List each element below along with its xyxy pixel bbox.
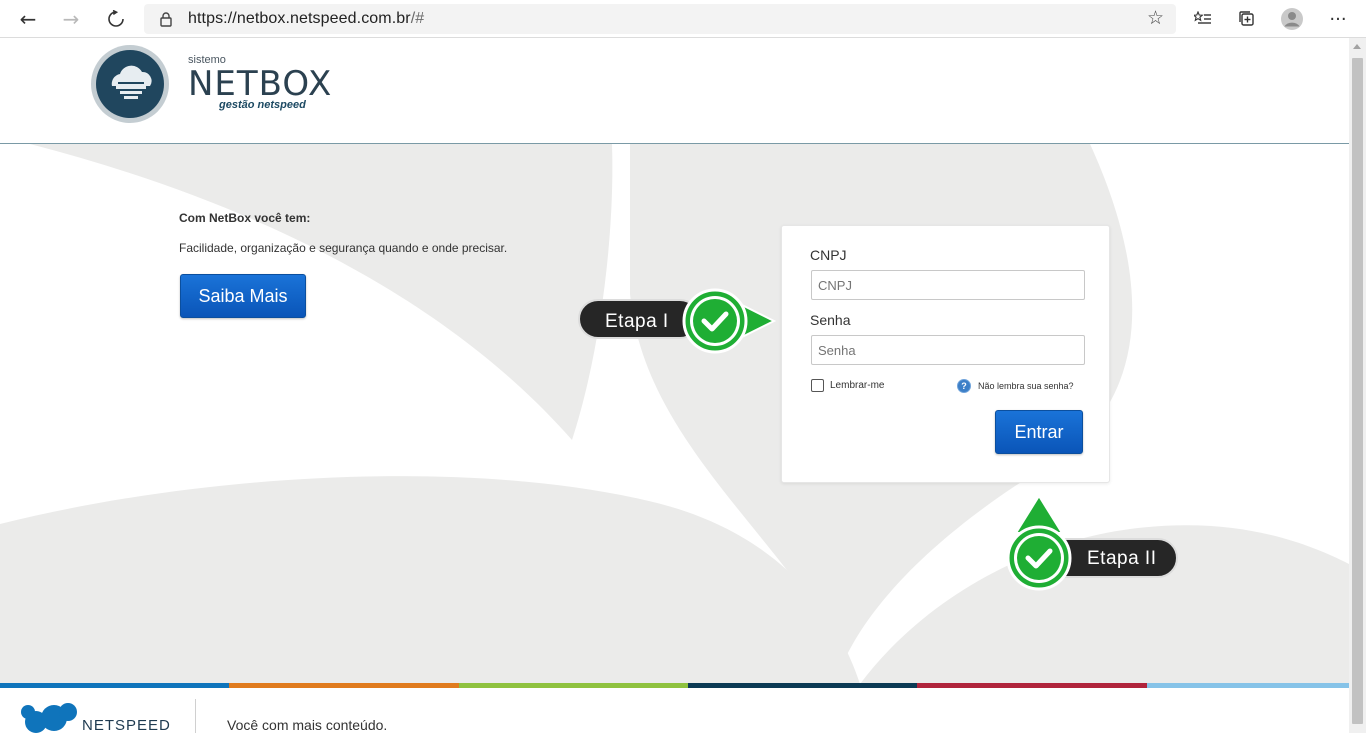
footer-divider: [195, 699, 196, 733]
forward-icon[interactable]: →: [57, 6, 85, 32]
background-shape: [0, 144, 1349, 684]
step-two-label: Etapa II: [1087, 548, 1157, 569]
site-header: sistemo NETBOX gestão netspeed: [0, 38, 1349, 144]
netbox-logo-icon: [91, 45, 169, 123]
remember-label: Lembrar-me: [830, 380, 885, 391]
brand-subtitle: gestão netspeed: [219, 99, 306, 111]
help-question-icon: ?: [957, 379, 971, 393]
collections-icon[interactable]: [1233, 6, 1261, 32]
forgot-password-label: Não lembra sua senha?: [978, 381, 1074, 391]
senha-input[interactable]: [811, 335, 1085, 365]
saiba-mais-button[interactable]: Saiba Mais: [180, 274, 306, 318]
scroll-up-arrow-icon[interactable]: [1353, 44, 1361, 49]
site-footer: NETSPEED Você com mais conteúdo.: [0, 688, 1349, 733]
step-two-callout: [1006, 494, 1178, 591]
remember-me[interactable]: Lembrar-me: [811, 379, 884, 392]
intro-title: Com NetBox você tem:: [179, 211, 311, 225]
back-icon[interactable]: ←: [14, 6, 42, 32]
more-menu-icon[interactable]: ···: [1324, 6, 1352, 32]
profile-avatar-icon[interactable]: [1278, 6, 1306, 32]
forgot-password-link[interactable]: ? Não lembra sua senha?: [957, 379, 1074, 393]
refresh-icon[interactable]: [102, 6, 130, 32]
page: sistemo NETBOX gestão netspeed Com NetBo…: [0, 38, 1349, 733]
scroll-thumb[interactable]: [1352, 58, 1363, 724]
brand-name: NETBOX: [188, 64, 333, 104]
intro-text: Facilidade, organização e segurança quan…: [179, 241, 508, 255]
lock-icon: [160, 12, 172, 27]
vertical-scrollbar[interactable]: [1349, 38, 1366, 733]
cnpj-input[interactable]: [811, 270, 1085, 300]
main-content: Com NetBox você tem: Facilidade, organiz…: [0, 144, 1349, 684]
senha-label: Senha: [810, 312, 851, 328]
url-text: https://netbox.netspeed.com.br/#: [188, 10, 425, 27]
address-bar[interactable]: https://netbox.netspeed.com.br/# ☆: [144, 4, 1176, 34]
netspeed-logo-icon: [21, 703, 77, 733]
entrar-button[interactable]: Entrar: [995, 410, 1083, 454]
browser-toolbar: ← → https://netbox.netspeed.com.br/# ☆ ·…: [0, 0, 1366, 38]
footer-brand: NETSPEED: [82, 717, 171, 733]
step-one-label: Etapa I: [605, 311, 669, 332]
cnpj-label: CNPJ: [810, 247, 847, 263]
favorites-list-icon[interactable]: [1189, 6, 1217, 32]
login-panel: CNPJ Senha Lembrar-me ? Não lembra sua s…: [781, 225, 1110, 483]
favorite-star-icon[interactable]: ☆: [1147, 7, 1164, 29]
remember-checkbox[interactable]: [811, 379, 824, 392]
footer-tagline: Você com mais conteúdo.: [227, 717, 388, 733]
